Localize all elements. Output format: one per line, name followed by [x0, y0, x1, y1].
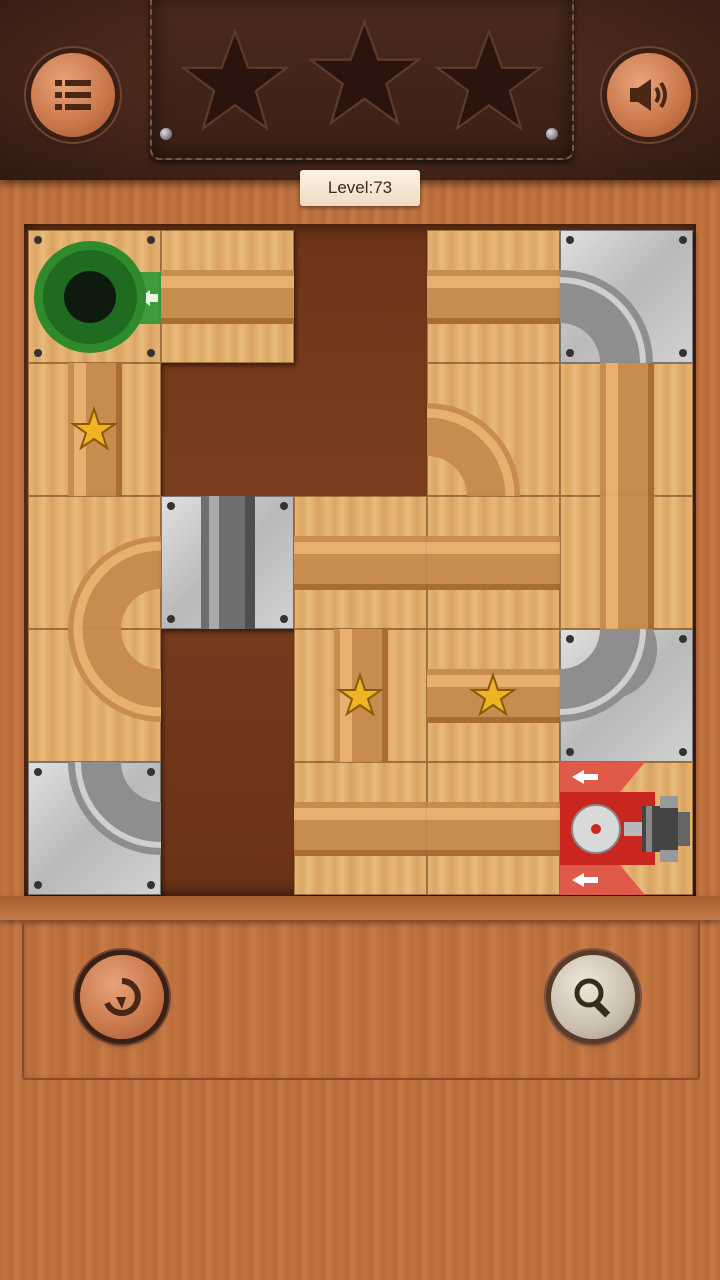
board-shelf: [0, 896, 720, 920]
wood-tile-horizontal-pipe[interactable]: [294, 496, 427, 629]
empty-star-icon: [434, 28, 544, 132]
wood-tile-elbow-pipe[interactable]: [28, 629, 161, 762]
start-goal-tile: [28, 230, 161, 363]
restart-button[interactable]: [80, 955, 164, 1039]
metal-tile-vertical-pipe: [161, 496, 294, 629]
ball-launcher-tile: [560, 762, 693, 895]
star-slot-1: [180, 26, 290, 136]
wood-tile-vertical-pipe-star[interactable]: [28, 363, 161, 496]
wood-tile-horizontal-pipe[interactable]: [427, 230, 560, 363]
wood-tile-horizontal-pipe[interactable]: [161, 230, 294, 363]
wood-tile-elbow-pipe[interactable]: [28, 496, 161, 629]
wood-tile-horizontal-pipe-star[interactable]: [427, 629, 560, 762]
sound-button[interactable]: [607, 53, 691, 137]
menu-button[interactable]: [31, 53, 115, 137]
wood-tile-horizontal-pipe[interactable]: [427, 762, 560, 895]
wood-tile-horizontal-pipe[interactable]: [294, 762, 427, 895]
star-rating-panel: [150, 0, 574, 160]
list-menu-icon: [55, 80, 91, 110]
empty-star-icon: [180, 28, 290, 132]
wood-tile-elbow-pipe[interactable]: [427, 363, 560, 496]
speaker-icon: [630, 79, 667, 111]
rivet: [160, 128, 172, 140]
wood-tile-vertical-pipe[interactable]: [560, 363, 693, 496]
level-indicator: Level:73: [300, 170, 420, 206]
rivet: [546, 128, 558, 140]
metal-tile-elbow-pipe: [28, 762, 161, 895]
metal-tile-elbow-pipe: [560, 230, 693, 363]
hint-button[interactable]: [551, 955, 635, 1039]
puzzle-board: [24, 224, 696, 896]
wood-tile-horizontal-pipe[interactable]: [427, 496, 560, 629]
empty-star-icon: [307, 18, 422, 126]
restart-icon: [104, 978, 141, 1016]
wood-tile-vertical-pipe-star[interactable]: [294, 629, 427, 762]
magnifier-icon: [574, 978, 611, 1018]
wood-tile-vertical-pipe[interactable]: [560, 496, 693, 629]
top-bar: [0, 0, 720, 180]
star-slot-2: [307, 16, 422, 131]
metal-tile-elbow-pipe: [560, 629, 693, 762]
star-slot-3: [434, 26, 544, 136]
